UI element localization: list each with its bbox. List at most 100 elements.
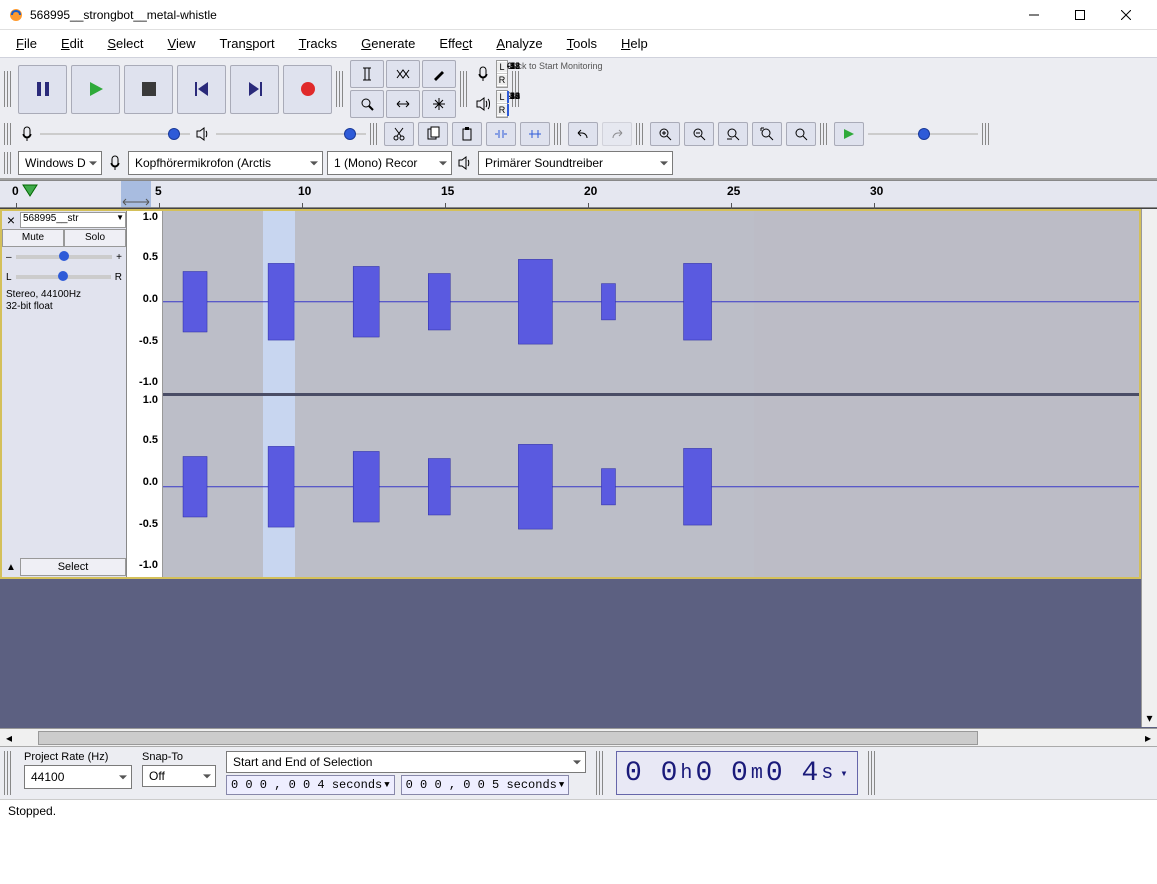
mute-button[interactable]: Mute [2,229,64,247]
speaker-icon [474,95,492,113]
toolbar-grip[interactable] [636,123,644,145]
play-button[interactable] [71,65,120,114]
zoom-out-button[interactable] [684,122,714,146]
pause-button[interactable] [18,65,67,114]
track-select-button[interactable]: Select [20,558,126,576]
menu-tools[interactable]: Tools [557,32,607,55]
playback-device-combo[interactable]: Primärer Soundtreiber [478,151,673,175]
selection-tool-button[interactable] [350,60,384,88]
timeshift-tool-button[interactable] [386,90,420,118]
scroll-left-button[interactable]: ◂ [0,731,18,745]
audio-host-combo[interactable]: Windows D [18,151,102,175]
menu-edit[interactable]: Edit [51,32,93,55]
maximize-button[interactable] [1057,0,1103,30]
mic-icon [18,125,36,143]
toolbar-grip[interactable] [820,123,828,145]
close-button[interactable] [1103,0,1149,30]
amplitude-scale: 1.0 0.5 0.0 -0.5 -1.0 1.0 0.5 0.0 -0.5 -… [127,211,163,577]
record-meter[interactable]: L -54 -48 -42 Click to Start Monitoring … [496,60,508,88]
toolbar-grip[interactable] [4,152,12,174]
time-position-display[interactable]: 0 0h 0 0m 0 4s ▾ [616,751,858,795]
paste-button[interactable] [452,122,482,146]
menu-analyze[interactable]: Analyze [486,32,552,55]
selection-start-field[interactable]: 0 0 0 , 0 0 4 seconds▼ [226,775,395,795]
waveform-right-channel[interactable] [163,396,1139,578]
toolbar-grip[interactable] [512,71,520,107]
gain-slider[interactable] [16,255,113,259]
snap-to-combo[interactable]: Off [142,765,216,787]
vertical-scrollbar[interactable]: ▾ [1141,209,1157,727]
menu-select[interactable]: Select [97,32,153,55]
menu-file[interactable]: File [6,32,47,55]
zoom-in-button[interactable] [650,122,680,146]
toolbar-grip[interactable] [596,751,604,795]
toolbar-grip[interactable] [4,751,12,795]
toolbar-grip[interactable] [868,751,876,795]
toolbar-grip[interactable] [4,71,12,107]
play-speed-slider[interactable] [868,126,978,142]
zoom-tool-button[interactable] [350,90,384,118]
speaker-icon [194,125,212,143]
loop-handles[interactable] [121,197,151,207]
record-volume-slider[interactable] [40,126,190,142]
speaker-icon [456,154,474,172]
timeline-ruler[interactable]: 051015202530 [0,180,1157,208]
waveform-left-channel[interactable] [163,211,1139,396]
titlebar: 568995__strongbot__metal-whistle [0,0,1157,30]
solo-button[interactable]: Solo [64,229,126,247]
stop-button[interactable] [124,65,173,114]
toolbar-grip[interactable] [370,123,378,145]
envelope-tool-button[interactable] [386,60,420,88]
toolbar-grip[interactable] [460,71,468,107]
draw-tool-button[interactable] [422,60,456,88]
toolbar-grip[interactable] [982,123,990,145]
project-rate-combo[interactable]: 44100 [24,765,132,789]
menu-tracks[interactable]: Tracks [289,32,348,55]
skip-end-button[interactable] [230,65,279,114]
silence-button[interactable] [520,122,550,146]
menu-transport[interactable]: Transport [209,32,284,55]
menu-help[interactable]: Help [611,32,658,55]
zoom-toggle-button[interactable] [786,122,816,146]
record-device-combo[interactable]: Kopfhörermikrofon (Arctis [128,151,323,175]
gain-minus-label: – [6,252,12,263]
playback-volume-slider[interactable] [216,126,366,142]
toolbars: L -54 -48 -42 Click to Start Monitoring … [0,58,1157,180]
menu-effect[interactable]: Effect [429,32,482,55]
pan-slider[interactable] [16,275,111,279]
track-control-panel: × 568995__str Mute Solo – + L [2,211,127,577]
selection-mode-combo[interactable]: Start and End of Selection [226,751,586,773]
track-close-button[interactable]: × [2,212,20,228]
scroll-right-button[interactable]: ▸ [1139,731,1157,745]
track-format-info: Stereo, 44100Hz 32-bit float [2,287,126,315]
play-at-speed-button[interactable] [834,122,864,146]
waveform-area[interactable] [163,211,1139,577]
ruler-label: 10 [298,184,311,198]
undo-button[interactable] [568,122,598,146]
menu-generate[interactable]: Generate [351,32,425,55]
pan-left-label: L [6,272,12,283]
record-button[interactable] [283,65,332,114]
record-channels-combo[interactable]: 1 (Mono) Recor [327,151,452,175]
menu-view[interactable]: View [158,32,206,55]
selection-end-field[interactable]: 0 0 0 , 0 0 5 seconds▼ [401,775,570,795]
track-collapse-button[interactable]: ▲ [2,562,20,573]
horizontal-scrollbar[interactable]: ◂ ▸ [0,728,1157,746]
toolbar-grip[interactable] [554,123,562,145]
cut-button[interactable] [384,122,414,146]
trim-button[interactable] [486,122,516,146]
toolbar-grip[interactable] [336,71,344,107]
gain-plus-label: + [116,252,122,263]
copy-button[interactable] [418,122,448,146]
track-name-dropdown[interactable]: 568995__str [20,212,126,228]
redo-button[interactable] [602,122,632,146]
skip-start-button[interactable] [177,65,226,114]
zoom-selection-button[interactable] [718,122,748,146]
playback-meter[interactable]: L -54 -48 -42 -36 -30 -24 -18 -12 -6 0 [496,90,508,118]
zoom-fit-button[interactable] [752,122,782,146]
meter-label-R: R [497,75,507,85]
toolbar-grip[interactable] [4,123,12,145]
multi-tool-button[interactable] [422,90,456,118]
snap-to-label: Snap-To [142,751,216,763]
minimize-button[interactable] [1011,0,1057,30]
